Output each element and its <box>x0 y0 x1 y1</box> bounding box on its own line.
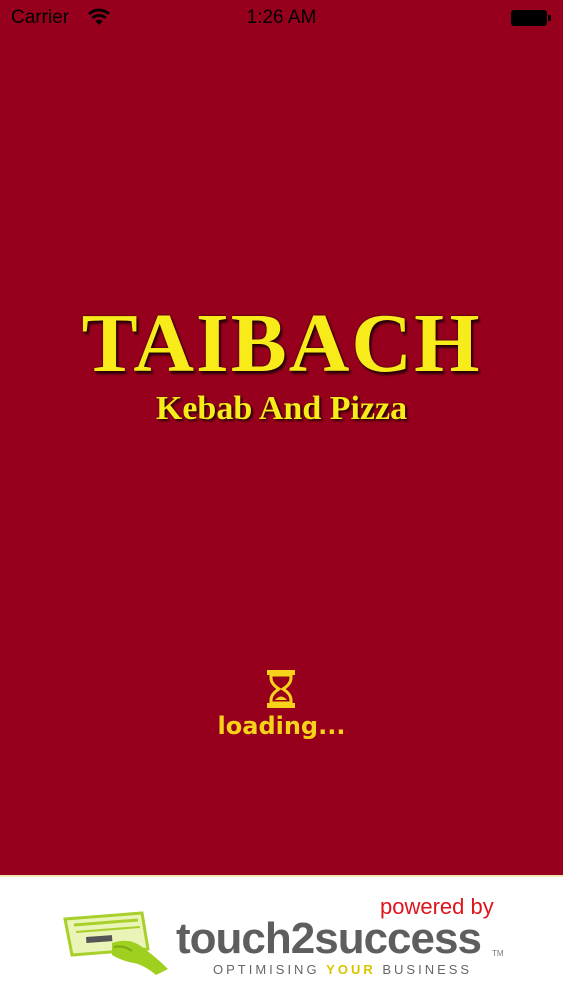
tagline-highlight: YOUR <box>326 962 376 977</box>
footer-banner: powered by touch2success TM OPTIMISING Y… <box>0 875 563 1002</box>
trademark-mark: TM <box>492 949 504 958</box>
hourglass-icon <box>267 670 295 708</box>
tagline-start: OPTIMISING <box>213 962 327 977</box>
loading-label: loading... <box>217 712 346 740</box>
battery-icon <box>511 10 551 26</box>
tagline-end: BUSINESS <box>375 962 473 977</box>
tagline: OPTIMISING YOUR BUSINESS <box>213 963 472 976</box>
restaurant-title: TAIBACH <box>81 297 482 390</box>
touch2success-brand: touch2success <box>176 914 482 963</box>
status-bar: Carrier 1:26 AM <box>0 0 563 38</box>
splash-screen: Carrier 1:26 AM TAIBACH Kebab And Pizza … <box>0 0 563 1002</box>
card-in-hand-icon <box>63 911 168 975</box>
status-time: 1:26 AM <box>246 7 317 28</box>
restaurant-subtitle: Kebab And Pizza <box>155 390 408 427</box>
